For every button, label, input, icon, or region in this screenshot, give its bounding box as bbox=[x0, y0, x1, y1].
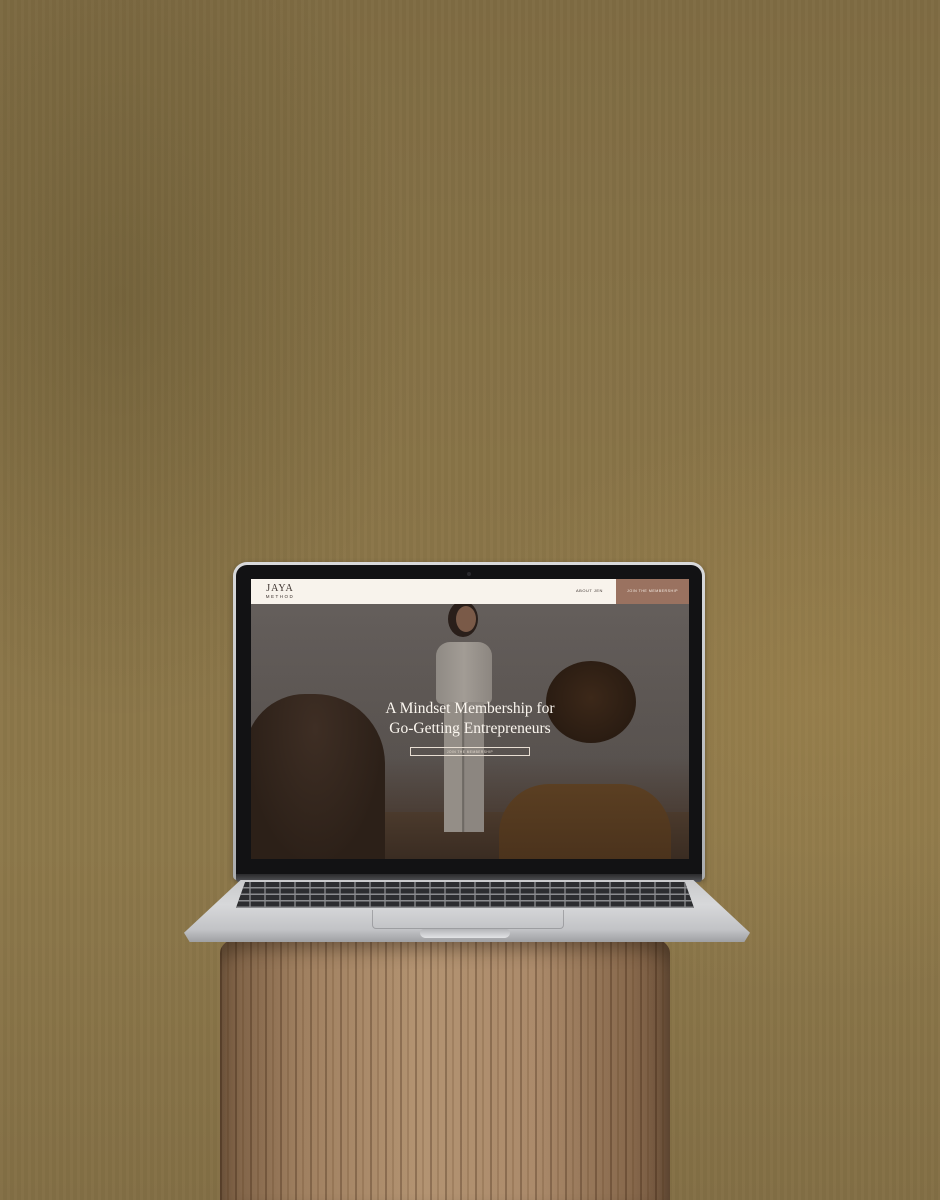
speaker-jacket bbox=[436, 642, 492, 704]
site-header: JAYA METHOD ABOUT JEN JOIN THE MEMBERSHI… bbox=[251, 579, 689, 604]
speaker-head bbox=[456, 606, 476, 632]
logo-sub-text: METHOD bbox=[265, 594, 295, 599]
wooden-stump bbox=[220, 935, 670, 1200]
webcam-icon bbox=[467, 572, 471, 576]
hero-join-button[interactable]: JOIN THE MEMBERSHIP bbox=[410, 747, 530, 756]
audience-member-right-body bbox=[499, 784, 671, 859]
nav-join-button[interactable]: JOIN THE MEMBERSHIP bbox=[616, 579, 689, 604]
hero-section: A Mindset Membership for Go-Getting Entr… bbox=[251, 604, 689, 859]
logo-main-text: JAYA bbox=[266, 583, 294, 594]
site-logo[interactable]: JAYA METHOD bbox=[260, 583, 300, 601]
laptop-screen: JAYA METHOD ABOUT JEN JOIN THE MEMBERSHI… bbox=[251, 579, 689, 859]
hero-title-line-1: A Mindset Membership for bbox=[385, 700, 555, 717]
keyboard-row-gaps bbox=[236, 882, 694, 908]
laptop-lid-notch bbox=[420, 929, 510, 938]
hero-title: A Mindset Membership for Go-Getting Entr… bbox=[251, 699, 689, 739]
nav-link-about[interactable]: ABOUT JEN bbox=[576, 588, 603, 594]
laptop-trackpad bbox=[372, 910, 564, 929]
hero-title-line-2: Go-Getting Entrepreneurs bbox=[389, 720, 551, 737]
